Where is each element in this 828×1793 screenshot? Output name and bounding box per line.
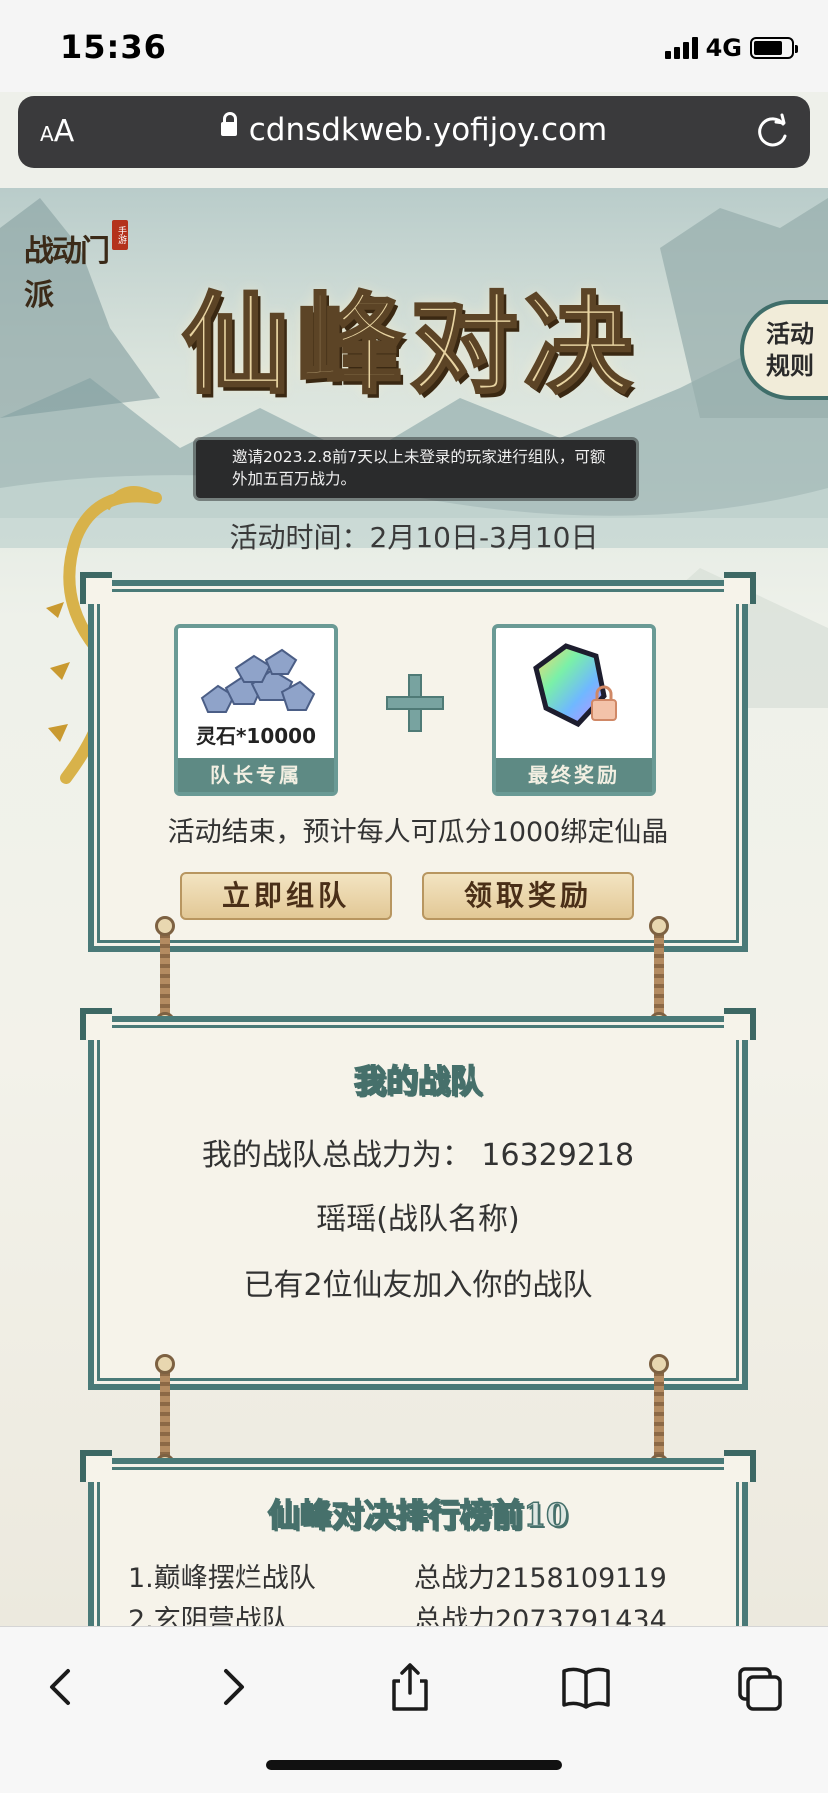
crystal-icon [533, 643, 617, 728]
status-time: 15:36 [60, 28, 167, 66]
rope-knot [155, 1354, 175, 1374]
forward-icon[interactable] [204, 1657, 264, 1717]
rope-knot [649, 1354, 669, 1374]
my-team-title: 我的战队 [353, 1061, 483, 1101]
rewards-panel: 灵石*10000 队长专属 最终奖励 活动结束，预计每人可瓜分1000绑定仙晶 … [80, 572, 756, 952]
rope-decoration [160, 928, 170, 1024]
reward-quantity: 灵石*10000 [195, 724, 317, 748]
lock-icon [220, 111, 237, 136]
final-label: 最终奖励 [496, 758, 652, 792]
logo-seal: 手游 [112, 220, 128, 250]
share-icon[interactable] [380, 1657, 440, 1717]
status-indicators: 4G [664, 34, 798, 62]
status-bar: 15:36 4G [0, 0, 828, 92]
game-logo: 战动门派 手游 [24, 212, 134, 313]
form-team-button[interactable]: 立即组队 [180, 872, 392, 920]
event-time: 活动时间：2月10日-3月10日 [229, 521, 599, 554]
rope-decoration [160, 1366, 170, 1466]
leaderboard-title: 仙峰对决排行榜前10 [267, 1495, 569, 1535]
claim-reward-button[interactable]: 领取奖励 [422, 872, 634, 920]
team-power: 我的战队总战力为： 16329218 [201, 1138, 635, 1173]
leader-label: 队长专属 [178, 758, 334, 792]
event-title: 仙峰对决 [180, 281, 638, 410]
leaderboard-panel: 仙峰对决排行榜前10 1.巅峰摆烂战队 总战力2158109119 2.玄阴营战… [80, 1450, 756, 1626]
home-indicator[interactable] [266, 1760, 562, 1770]
url-field[interactable]: cdnsdkweb.yofijoy.com [18, 111, 810, 148]
team-rank-power: 总战力2158109119 [414, 1563, 667, 1594]
reward-note: 活动结束，预计每人可瓜分1000绑定仙晶 [167, 817, 669, 848]
team-rank-name: 2.玄阴营战队 [128, 1605, 289, 1626]
invite-banner: 邀请2023.2.8前7天以上未登录的玩家进行组队，可额外加五百万战力。 [196, 440, 636, 498]
rope-knot [649, 916, 669, 936]
rope-decoration [654, 928, 664, 1024]
leader-reward-card[interactable]: 灵石*10000 队长专属 [174, 624, 338, 796]
battery-icon [750, 37, 798, 59]
final-reward-card[interactable]: 最终奖励 [492, 624, 656, 796]
reload-icon[interactable] [752, 112, 792, 152]
bookmarks-icon[interactable] [556, 1657, 616, 1717]
signal-icon [664, 37, 698, 59]
url-text: cdnsdkweb.yofijoy.com [248, 112, 608, 148]
rope-decoration [654, 1366, 664, 1466]
back-icon[interactable] [32, 1657, 92, 1717]
team-name: 瑶瑶(战队名称) [316, 1202, 520, 1237]
address-bar[interactable]: AA cdnsdkweb.yofijoy.com [18, 96, 810, 168]
spirit-stone-icon [200, 648, 316, 713]
web-page: 战动门派 手游 仙峰对决 活动规则 邀请2023.2.8前7天以上未登录的玩家进… [0, 188, 828, 1626]
my-team-panel: 我的战队 我的战队总战力为： 16329218 瑶瑶(战队名称) 已有2位仙友加… [80, 1008, 756, 1390]
team-rank-name: 1.巅峰摆烂战队 [128, 1563, 316, 1594]
tabs-icon[interactable] [730, 1657, 790, 1717]
network-type: 4G [705, 34, 742, 62]
team-rank-power: 总战力2073791434 [414, 1605, 667, 1626]
plus-icon [386, 674, 444, 732]
rope-knot [155, 916, 175, 936]
team-members: 已有2位仙友加入你的战队 [243, 1268, 593, 1303]
